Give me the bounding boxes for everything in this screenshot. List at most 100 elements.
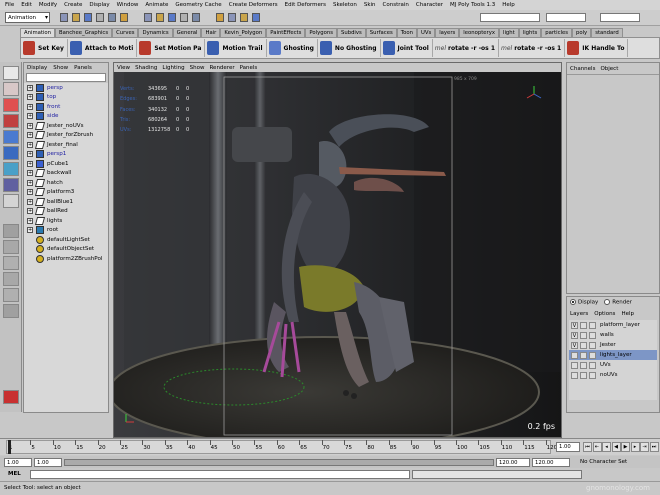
expand-icon[interactable]: + xyxy=(27,170,33,177)
layer-type-toggle[interactable] xyxy=(580,331,587,339)
select-component-icon[interactable] xyxy=(120,13,128,22)
shelf-button-motion-trail[interactable]: Motion Trail xyxy=(205,39,267,57)
expand-icon[interactable]: + xyxy=(27,132,33,139)
input-field-1[interactable] xyxy=(480,13,540,22)
save-scene-icon[interactable] xyxy=(84,13,92,22)
expand-icon[interactable]: + xyxy=(27,227,33,234)
menu-edit[interactable]: Edit xyxy=(21,2,32,8)
menu-constrain[interactable]: Constrain xyxy=(383,2,409,8)
expand-icon[interactable]: + xyxy=(27,179,33,186)
history-icon[interactable] xyxy=(192,13,200,22)
shelf-tab-uvs[interactable]: UVs xyxy=(416,28,436,37)
outliner-item-platform2zbrushpol[interactable]: +platform2ZBrushPol xyxy=(24,254,108,264)
shelf-tab-hair[interactable]: Hair xyxy=(201,28,221,37)
expand-icon[interactable]: + xyxy=(27,122,33,129)
shelf-tab-kevin-polygon[interactable]: Kevin_Polygon xyxy=(220,28,267,37)
paint-select-icon[interactable] xyxy=(3,98,19,112)
shelf-button-set-key[interactable]: Set Key xyxy=(21,39,68,57)
open-scene-icon[interactable] xyxy=(72,13,80,22)
layer-color-swatch[interactable] xyxy=(589,321,596,329)
outliner-item-platform3[interactable]: + platform3 xyxy=(24,188,108,198)
outliner-item-jester_nouvs[interactable]: + Jester_noUVs xyxy=(24,121,108,131)
shelf-button-ghosting[interactable]: Ghosting xyxy=(267,39,318,57)
expand-icon[interactable]: + xyxy=(27,208,33,215)
expand-icon[interactable]: + xyxy=(27,160,33,167)
outliner-menu-panels[interactable]: Panels xyxy=(74,65,92,71)
expand-icon[interactable]: + xyxy=(27,189,33,196)
ipr-render-icon[interactable] xyxy=(228,13,236,22)
persp-outliner-layout-icon[interactable] xyxy=(3,256,19,270)
character-set-menu[interactable]: No Character Set xyxy=(580,458,627,467)
render-view-layout-icon[interactable] xyxy=(3,304,19,318)
rotate-tool-icon[interactable] xyxy=(3,130,19,144)
expand-icon[interactable]: + xyxy=(27,141,33,148)
snap-plane-icon[interactable] xyxy=(180,13,188,22)
layer-row-nouvs[interactable]: noUVs xyxy=(569,370,657,380)
menu-modify[interactable]: Modify xyxy=(39,2,57,8)
outliner-filter-input[interactable] xyxy=(26,73,106,82)
shelf-tab-animation[interactable]: Animation xyxy=(20,28,56,37)
outliner-item-lights[interactable]: + lights xyxy=(24,216,108,226)
expand-icon[interactable]: + xyxy=(27,94,33,101)
shelf-tab-particles[interactable]: particles xyxy=(541,28,572,37)
outliner-item-persp1[interactable]: + persp1 xyxy=(24,150,108,160)
select-hierarchy-icon[interactable] xyxy=(96,13,104,22)
layer-visibility-toggle[interactable] xyxy=(571,361,578,369)
expand-icon[interactable]: + xyxy=(27,113,33,120)
persp-graph-layout-icon[interactable] xyxy=(3,272,19,286)
outliner-menu-display[interactable]: Display xyxy=(27,65,47,71)
expand-icon[interactable]: + xyxy=(27,103,33,110)
hypershade-icon[interactable] xyxy=(252,13,260,22)
menu-character[interactable]: Character xyxy=(416,2,443,8)
viewport-menu-panels[interactable]: Panels xyxy=(240,65,258,71)
layer-menu-options[interactable]: Options xyxy=(594,311,615,317)
shelf-tab-surfaces[interactable]: Surfaces xyxy=(365,28,397,37)
shelf-button-rotate-r-os-1[interactable]: mel rotate -r -os 1 xyxy=(433,39,500,57)
layer-row-jester[interactable]: V Jester xyxy=(569,340,657,350)
input-field-3[interactable] xyxy=(600,13,640,22)
expand-icon[interactable]: + xyxy=(27,151,33,158)
play-backwards-icon[interactable]: ◀ xyxy=(611,442,621,452)
layer-visibility-toggle[interactable] xyxy=(571,351,578,359)
shelf-tab-standard[interactable]: standard xyxy=(591,28,623,37)
menu-help[interactable]: Help xyxy=(502,2,515,8)
layer-type-toggle[interactable] xyxy=(580,351,587,359)
shelf-tab-polygons[interactable]: Polygons xyxy=(305,28,337,37)
menu-mj-poly-tools-1-3[interactable]: MJ Poly Tools 1.3 xyxy=(450,2,495,8)
outliner-menu-show[interactable]: Show xyxy=(53,65,68,71)
viewport-menu-renderer[interactable]: Renderer xyxy=(209,65,234,71)
move-tool-icon[interactable] xyxy=(3,114,19,128)
layer-mode-display[interactable]: Display xyxy=(570,299,598,306)
new-scene-icon[interactable] xyxy=(60,13,68,22)
scale-tool-icon[interactable] xyxy=(3,146,19,160)
snap-grid-icon[interactable] xyxy=(144,13,152,22)
hypershade-layout-icon[interactable] xyxy=(3,288,19,302)
step-back-key-icon[interactable]: ⇤ xyxy=(592,442,602,452)
end-time-field[interactable]: 120.00 xyxy=(532,458,570,467)
shelf-button-no-ghosting[interactable]: No Ghosting xyxy=(318,39,381,57)
range-slider-bar[interactable] xyxy=(64,459,494,466)
outliner-item-jester_final[interactable]: + Jester_final xyxy=(24,140,108,150)
layer-color-swatch[interactable] xyxy=(589,331,596,339)
menu-create[interactable]: Create xyxy=(64,2,82,8)
layer-mode-render[interactable]: Render xyxy=(604,299,632,306)
outliner-item-root[interactable]: + root xyxy=(24,226,108,236)
shelf-tab-poly[interactable]: poly xyxy=(571,28,592,37)
step-forward-key-icon[interactable]: ⇥ xyxy=(640,442,649,452)
shelf-tab-leonopteryx[interactable]: leonopteryx xyxy=(459,28,499,37)
menu-display[interactable]: Display xyxy=(89,2,109,8)
viewport-menu-show[interactable]: Show xyxy=(190,65,205,71)
current-frame-field[interactable]: 1.00 xyxy=(556,442,580,452)
menu-create-deformers[interactable]: Create Deformers xyxy=(229,2,278,8)
viewport-menu-lighting[interactable]: Lighting xyxy=(162,65,184,71)
last-tool-icon[interactable] xyxy=(3,194,19,208)
outliner-item-side[interactable]: + side xyxy=(24,112,108,122)
input-field-2[interactable] xyxy=(546,13,586,22)
shelf-tab-curves[interactable]: Curves xyxy=(112,28,139,37)
shelf-tab-dynamics[interactable]: Dynamics xyxy=(138,28,173,37)
shelf-button-ik-handle-to[interactable]: IK Handle To xyxy=(565,39,629,57)
single-view-layout-icon[interactable] xyxy=(3,224,19,238)
playback-end-field[interactable]: 120.00 xyxy=(496,458,530,467)
soft-mod-icon[interactable] xyxy=(3,178,19,192)
snap-point-icon[interactable] xyxy=(168,13,176,22)
